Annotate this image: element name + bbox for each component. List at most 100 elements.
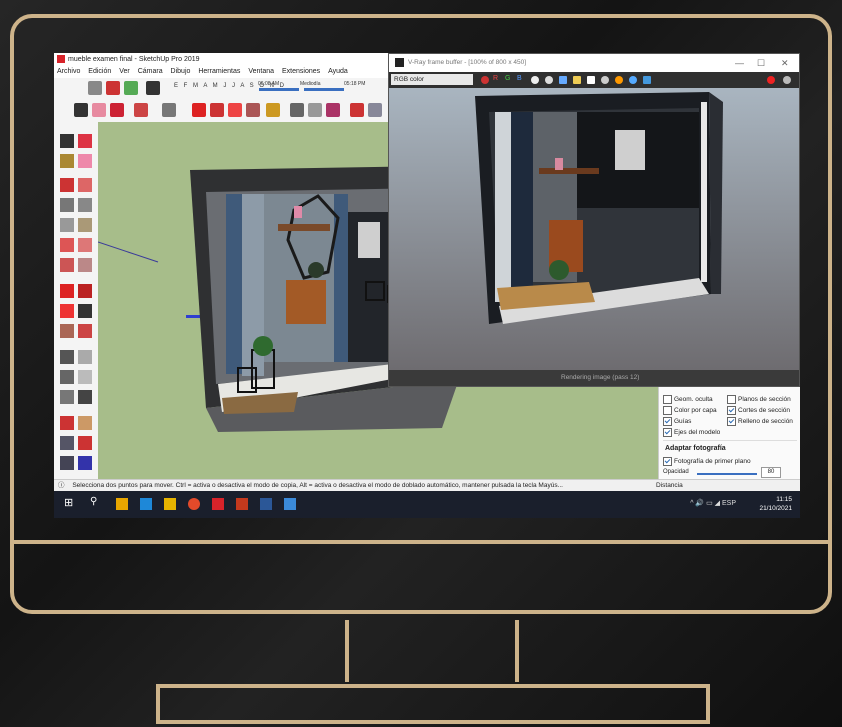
scale-tool-icon[interactable] <box>60 324 74 338</box>
clock[interactable]: 11:15 21/10/2021 <box>759 495 792 513</box>
info-icon[interactable]: ⓘ <box>58 482 65 489</box>
scale-icon[interactable] <box>246 103 260 117</box>
followme-tool-icon[interactable] <box>78 304 92 318</box>
menu-camara[interactable]: Cámara <box>138 68 163 75</box>
offset-tool-icon[interactable] <box>78 324 92 338</box>
opacity-slider[interactable] <box>697 473 757 475</box>
powerpoint-icon[interactable] <box>236 498 248 510</box>
menu-herramientas[interactable]: Herramientas <box>198 68 240 75</box>
menu-ayuda[interactable]: Ayuda <box>328 68 348 75</box>
file-explorer-icon[interactable] <box>164 498 176 510</box>
line-tool-icon[interactable] <box>60 178 74 192</box>
start-icon[interactable]: ⊞ <box>64 496 76 509</box>
move-tool-icon[interactable] <box>60 284 74 298</box>
store-icon[interactable] <box>116 498 128 510</box>
channel-select[interactable]: RGB color <box>391 74 473 85</box>
3dtext-tool-icon[interactable] <box>78 390 92 404</box>
rectangle-tool-icon[interactable] <box>60 198 74 212</box>
stop-render-icon[interactable] <box>767 76 775 84</box>
orbit-tool-icon[interactable] <box>60 416 74 430</box>
warehouse-icon[interactable] <box>106 81 120 95</box>
check-relleno-seccion[interactable]: Relleno de sección <box>727 417 793 426</box>
region-render-icon[interactable] <box>615 76 623 84</box>
shadows-icon[interactable] <box>146 81 160 95</box>
component-tool-icon[interactable] <box>78 134 92 148</box>
extension-icon[interactable] <box>124 81 138 95</box>
pencil-icon[interactable] <box>110 103 124 117</box>
check-planos-seccion[interactable]: Planos de sección <box>727 395 791 404</box>
red-channel-button[interactable]: R <box>493 75 498 82</box>
arc-icon[interactable] <box>134 103 148 117</box>
arc-tool-icon[interactable] <box>60 238 74 252</box>
select-tool-icon[interactable] <box>60 134 74 148</box>
pie2-tool-icon[interactable] <box>78 258 92 272</box>
maximize-icon[interactable]: ☐ <box>757 54 765 72</box>
eraser-tool-icon[interactable] <box>78 154 92 168</box>
photos-icon[interactable] <box>284 498 296 510</box>
word-icon[interactable] <box>260 498 272 510</box>
check-guias[interactable]: Guías <box>663 417 691 426</box>
pan-tool-icon[interactable] <box>78 416 92 430</box>
zoom-tool-icon[interactable] <box>60 436 74 450</box>
menu-edicion[interactable]: Edición <box>88 68 111 75</box>
rotated-rect-tool-icon[interactable] <box>78 198 92 212</box>
mail-icon[interactable] <box>140 498 152 510</box>
track-mouse-icon[interactable] <box>629 76 637 84</box>
move-icon[interactable] <box>210 103 224 117</box>
color-correction-icon[interactable] <box>481 76 489 84</box>
text-tool-icon[interactable] <box>78 370 92 384</box>
folder-icon[interactable] <box>573 76 581 84</box>
paint-bucket-icon[interactable] <box>326 103 340 117</box>
time-slider-2[interactable] <box>304 88 344 91</box>
sketchup-taskbar-icon[interactable] <box>212 498 224 510</box>
menu-ver[interactable]: Ver <box>119 68 130 75</box>
select-icon[interactable] <box>74 103 88 117</box>
axes-tool-icon[interactable] <box>60 390 74 404</box>
rotate-tool-icon[interactable] <box>60 304 74 318</box>
menu-archivo[interactable]: Archivo <box>57 68 80 75</box>
render-icon[interactable] <box>783 76 791 84</box>
alpha-icon[interactable] <box>531 76 539 84</box>
chrome-icon[interactable] <box>188 498 200 510</box>
protractor-tool-icon[interactable] <box>60 370 74 384</box>
lens-effects-icon[interactable] <box>643 76 651 84</box>
check-cortes-seccion[interactable]: Cortes de sección <box>727 406 790 415</box>
tape-tool-icon[interactable] <box>60 350 74 364</box>
check-ejes-modelo[interactable]: Ejes del modelo <box>663 428 720 437</box>
offset-icon[interactable] <box>266 103 280 117</box>
freehand-tool-icon[interactable] <box>78 178 92 192</box>
menu-dibujo[interactable]: Dibujo <box>171 68 191 75</box>
circle-tool-icon[interactable] <box>60 218 74 232</box>
dimension-tool-icon[interactable] <box>78 350 92 364</box>
eraser-icon[interactable] <box>92 103 106 117</box>
check-fotografia-primer-plano[interactable]: Fotografía de primer plano <box>663 457 751 466</box>
text-icon[interactable] <box>308 103 322 117</box>
tape-measure-icon[interactable] <box>290 103 304 117</box>
clear-icon[interactable] <box>587 76 595 84</box>
time-slider[interactable] <box>259 88 299 91</box>
check-color-capa[interactable]: Color por capa <box>663 406 717 415</box>
menu-extensiones[interactable]: Extensiones <box>282 68 320 75</box>
history-icon[interactable] <box>601 76 609 84</box>
rotate-icon[interactable] <box>228 103 242 117</box>
green-channel-button[interactable]: G <box>505 75 510 82</box>
minimize-icon[interactable]: — <box>735 54 744 72</box>
opacity-value[interactable]: 80 <box>761 467 781 478</box>
push-pull-icon[interactable] <box>192 103 206 117</box>
styles-icon[interactable] <box>88 81 102 95</box>
paint-tool-icon[interactable] <box>60 154 74 168</box>
system-tray-icons[interactable]: ^ 🔊 ▭ ◢ ESP <box>690 499 736 507</box>
zoom-window-tool-icon[interactable] <box>78 436 92 450</box>
save-icon[interactable] <box>559 76 567 84</box>
search-icon[interactable]: ⚲ <box>90 496 102 508</box>
check-geom-oculta[interactable]: Geom. oculta <box>663 395 713 404</box>
menu-ventana[interactable]: Ventana <box>248 68 274 75</box>
arc3-tool-icon[interactable] <box>60 258 74 272</box>
blue-channel-button[interactable]: B <box>517 75 522 82</box>
language-indicator[interactable]: ESP <box>722 500 736 507</box>
pan-icon[interactable] <box>368 103 382 117</box>
shape-icon[interactable] <box>162 103 176 117</box>
pushpull-tool-icon[interactable] <box>78 284 92 298</box>
mono-icon[interactable] <box>545 76 553 84</box>
pie-tool-icon[interactable] <box>78 238 92 252</box>
